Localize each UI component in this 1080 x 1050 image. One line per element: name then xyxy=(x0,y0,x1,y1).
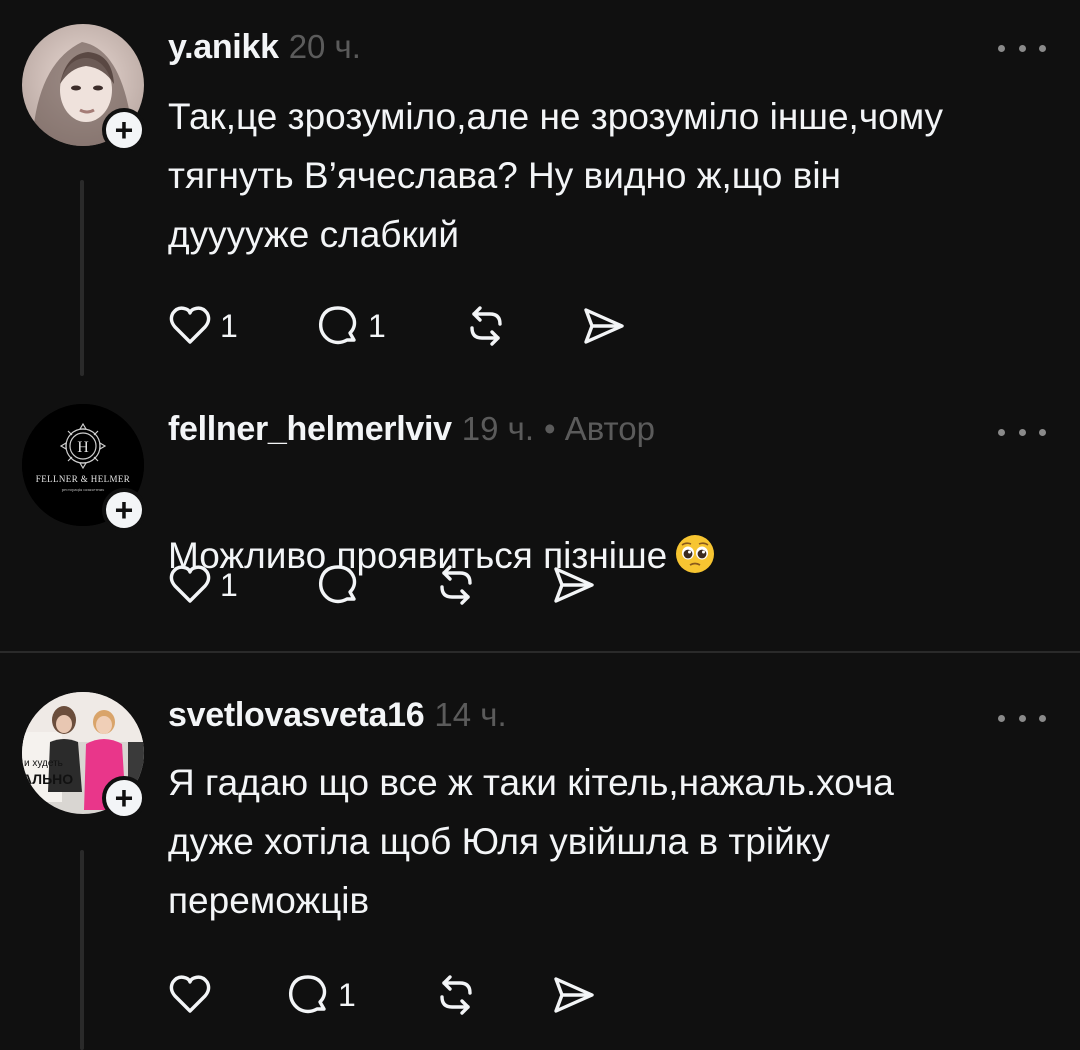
send-paper-plane-icon xyxy=(554,977,594,1013)
comment-header: svetlovasveta16 14 ч. xyxy=(168,696,507,735)
share-button[interactable] xyxy=(550,560,610,610)
like-button[interactable] xyxy=(166,970,284,1020)
heart-icon xyxy=(169,306,211,344)
action-bar: 1 xyxy=(166,970,610,1020)
username[interactable]: fellner_helmerlviv xyxy=(168,410,452,449)
username[interactable]: y.anikk xyxy=(168,28,279,67)
follow-button[interactable]: + xyxy=(102,488,146,532)
logo-brand-subtitle: ресторація шляхетних xyxy=(62,487,105,492)
plus-icon: + xyxy=(114,780,134,816)
speech-bubble-icon xyxy=(288,975,327,1014)
repost-arrows-icon xyxy=(470,306,502,346)
action-bar: 1 1 xyxy=(166,301,640,351)
action-bar: 1 xyxy=(166,560,610,610)
comment-text: Так,це зрозуміло,але не зрозуміло інше,ч… xyxy=(168,96,944,255)
repost-button[interactable] xyxy=(462,301,580,351)
author-badge: • Автор xyxy=(544,410,655,447)
logo-letter: H xyxy=(77,439,89,456)
plus-icon: + xyxy=(114,112,134,148)
like-button[interactable]: 1 xyxy=(166,301,314,351)
send-paper-plane-icon xyxy=(554,567,594,603)
more-dots-icon[interactable] xyxy=(998,36,1046,60)
heart-icon xyxy=(169,975,211,1013)
timestamp: 19 ч. xyxy=(461,410,534,447)
speech-bubble-icon xyxy=(318,565,357,604)
timestamp: 14 ч. xyxy=(434,696,507,733)
photo-caption-1: и худеть xyxy=(24,758,63,769)
share-button[interactable] xyxy=(580,301,640,351)
reply-button[interactable]: 1 xyxy=(284,970,432,1020)
repost-button[interactable] xyxy=(432,970,550,1020)
like-count: 1 xyxy=(220,566,238,603)
pleading-face-emoji xyxy=(676,535,715,573)
comment-header: y.anikk 20 ч. xyxy=(168,28,361,67)
reply-button[interactable] xyxy=(314,560,432,610)
comment-header: fellner_helmerlviv 19 ч. • Автор xyxy=(168,410,655,449)
send-paper-plane-icon xyxy=(584,308,624,344)
speech-bubble-icon xyxy=(318,306,357,345)
photo-caption-2: АЛЬНО xyxy=(22,771,73,787)
reply-count: 1 xyxy=(368,307,386,344)
share-button[interactable] xyxy=(550,970,610,1020)
follow-button[interactable]: + xyxy=(102,108,146,152)
more-dots-icon[interactable] xyxy=(998,706,1046,730)
repost-arrows-icon xyxy=(440,975,472,1015)
repost-arrows-icon xyxy=(440,565,472,605)
username[interactable]: svetlovasveta16 xyxy=(168,696,425,735)
reply-count: 1 xyxy=(338,976,356,1013)
follow-button[interactable]: + xyxy=(102,776,146,820)
heart-icon xyxy=(169,565,211,603)
more-dots-icon[interactable] xyxy=(998,420,1046,444)
timestamp: 20 ч. xyxy=(288,28,361,65)
logo-brand-name: FELLNER & HELMER xyxy=(36,474,130,484)
comment-2: H FELLNER & HELMER ресторація шляхетних … xyxy=(0,380,1080,650)
comment-text: Я гадаю що все ж таки кітель,нажаль.хоча… xyxy=(168,762,894,921)
comment-1: + y.anikk 20 ч. Так,це зрозуміло,але не … xyxy=(0,0,1080,380)
like-count: 1 xyxy=(220,307,238,344)
plus-icon: + xyxy=(114,492,134,528)
divider xyxy=(0,651,1080,653)
thread-line xyxy=(80,850,84,1050)
comment-3: и худеть АЛЬНО + svetlovasveta16 14 ч. Я… xyxy=(0,668,1080,1050)
thread-line xyxy=(80,180,84,376)
repost-button[interactable] xyxy=(432,560,550,610)
reply-button[interactable]: 1 xyxy=(314,301,462,351)
like-button[interactable]: 1 xyxy=(166,560,314,610)
